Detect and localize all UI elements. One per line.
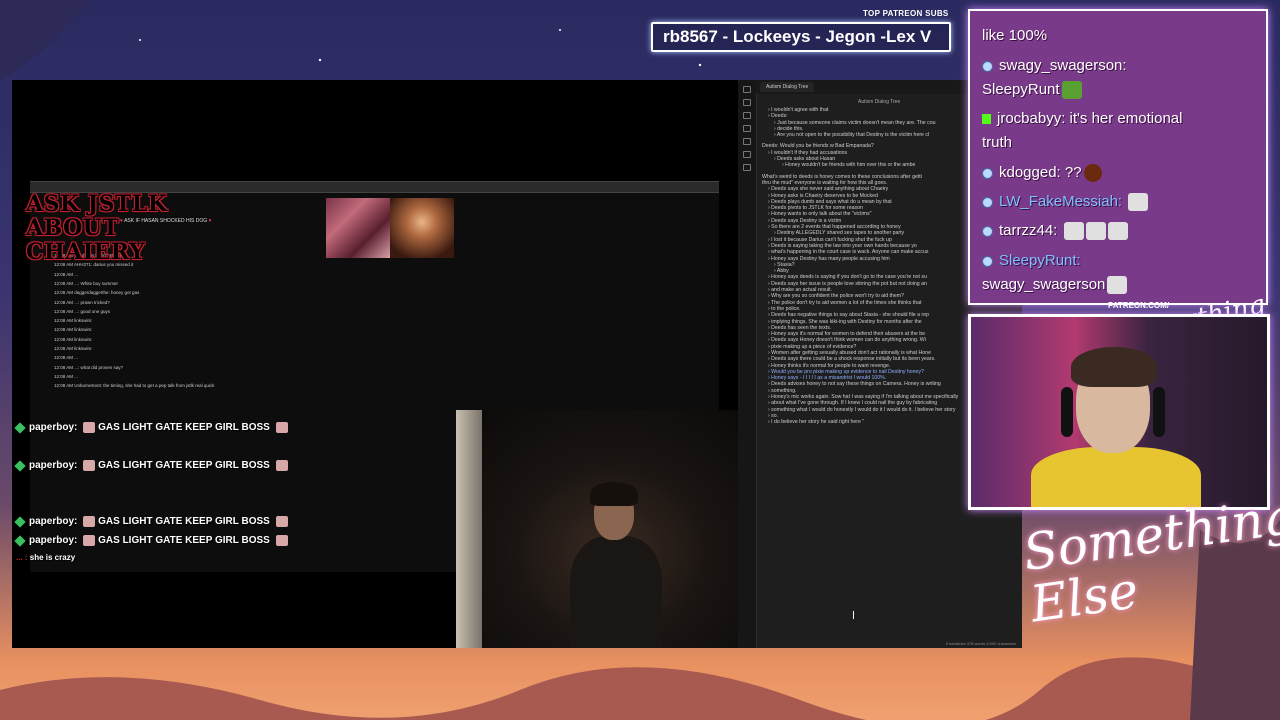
- inner-chat-line: 12:08 AM ...: good one guys: [54, 308, 111, 314]
- emote-icon: [275, 422, 288, 433]
- emote-icon: [1107, 276, 1128, 295]
- notes-body[interactable]: › I wouldn't agree with that › Deeds: › Ju…: [762, 107, 994, 426]
- inner-chat-line: 12:08 AM UnborneKent: the timing, she ha…: [54, 383, 215, 389]
- tab-autism-dialog-tree[interactable]: Autism Dialog Tree: [760, 82, 815, 92]
- emote-icon: [1085, 222, 1106, 241]
- emote-icon: [275, 516, 288, 527]
- jstlk-banner: ASK JSTLK ABOUT CHAIERY: [26, 191, 168, 265]
- chat-username: swagy_swagerson:: [999, 57, 1127, 74]
- stream-chat-row: paperboy: GAS LIGHT GATE KEEP GIRL BOSS: [14, 459, 291, 472]
- inner-chat-line: 12:08 AM ...: prawn tricked?: [54, 299, 110, 305]
- notes-sidebar-icon[interactable]: [743, 138, 751, 145]
- inner-chat-line: 12:08 AM ...: [54, 373, 79, 379]
- emote-icon: [1061, 81, 1082, 100]
- top-patreon-label: TOP PATREON SUBS: [863, 9, 949, 18]
- emote-icon: [83, 516, 96, 527]
- notes-sidebar-icon[interactable]: [743, 164, 751, 171]
- chat-message: like 100%: [982, 27, 1047, 44]
- notes-sidebar-icon[interactable]: [743, 99, 751, 106]
- notes-sidebar-icon[interactable]: [743, 86, 751, 93]
- inner-chat-line: 12:08 AM ...: [54, 355, 79, 361]
- chat-message: LW_FakeMessiah:: [982, 193, 1149, 212]
- notes-sidebar-icon[interactable]: [743, 112, 751, 119]
- chat-badge-icon: [982, 225, 993, 237]
- guest-webcam: [456, 410, 738, 648]
- stream-chat-row: ... : she is crazy: [16, 553, 76, 562]
- emote-icon: [275, 535, 288, 546]
- emote-icon: [83, 422, 96, 433]
- chat-username: kdogged:: [999, 164, 1065, 181]
- stream-chat-row: paperboy: GAS LIGHT GATE KEEP GIRL BOSS: [14, 515, 291, 528]
- chat-username: LW_FakeMessiah:: [999, 193, 1127, 210]
- inner-chat-line: 12:08 AM linkswim:: [54, 346, 93, 351]
- chat-box: like 100% swagy_swagerson: SleepyRunt jroc…: [968, 9, 1268, 305]
- marquee-text: rb8567 - Lockeeys - Jegon -Lex V: [663, 27, 932, 46]
- chat-text: like 100%: [982, 27, 1048, 44]
- inner-chat-line: 12:08 AM linkswim:: [54, 327, 93, 333]
- chat-username: SleepyRunt:: [999, 252, 1081, 269]
- guest-webcam-hair: [590, 482, 638, 506]
- chat-text: swagy_swagerson: [982, 276, 1106, 293]
- inner-chat-line: 12:08 AM linkswim:: [54, 318, 93, 324]
- patreon-url: PATREON.COM/: [1108, 301, 1170, 310]
- chat-badge-icon: [14, 459, 26, 472]
- streamer-webcam: [968, 314, 1270, 510]
- emote-icon: [1107, 222, 1128, 241]
- emote-icon: [1083, 164, 1102, 183]
- chat-badge-icon: [14, 515, 26, 528]
- chat-message: swagy_swagerson:: [982, 57, 1127, 74]
- chat-badge-icon: [14, 421, 26, 434]
- banner-art: [326, 198, 390, 258]
- chat-badge-icon: [982, 167, 993, 179]
- streamer-shirt: [1031, 447, 1201, 507]
- streamer-hair: [1071, 347, 1157, 387]
- chat-username: tarrzz44:: [999, 222, 1062, 239]
- emote-icon: [83, 460, 96, 471]
- stream-chat-row: paperboy: GAS LIGHT GATE KEEP GIRL BOSS: [14, 421, 291, 434]
- emote-icon: [1128, 193, 1149, 212]
- notes-sidebar-icon[interactable]: [743, 125, 751, 132]
- notes-sidebar-icon[interactable]: [743, 151, 751, 158]
- kick-badge-icon: [982, 114, 991, 125]
- chat-badge-icon: [14, 534, 26, 547]
- chat-message: swagy_swagerson: [982, 276, 1128, 295]
- stream-capture: ♥ ASK IF HASAN SHOCKED HIS DOG ♥ 12:08 A…: [12, 80, 738, 648]
- banner-photo: [390, 198, 454, 258]
- top-patreon-marquee: rb8567 - Lockeeys - Jegon -Lex V: [651, 22, 951, 52]
- chat-badge-icon: [982, 255, 993, 267]
- chat-text: SleepyRunt: [982, 81, 1060, 98]
- chat-message: truth: [982, 134, 1012, 151]
- chat-text: truth: [982, 134, 1013, 151]
- stream-chat-row: paperboy: GAS LIGHT GATE KEEP GIRL BOSS: [14, 534, 291, 547]
- notes-line: › I do believe her story he said right h…: [768, 419, 865, 426]
- emote-icon: [275, 460, 288, 471]
- text-cursor: [853, 611, 854, 619]
- chat-message: tarrzz44:: [982, 222, 1128, 241]
- inner-chat-line: 12:08 AM daggerdaggerthe: honey got gas: [54, 290, 140, 296]
- inner-chat-line: 12:08 AM linkswim:: [54, 336, 93, 342]
- guest-webcam-body: [570, 536, 662, 648]
- notes-sidebar: [738, 80, 757, 648]
- chat-message: SleepyRunt: [982, 81, 1082, 100]
- notes-title: Autism Dialog Tree: [858, 99, 901, 105]
- headphones-icon: [1153, 387, 1165, 437]
- chat-badge-icon: [982, 196, 993, 208]
- chat-username: jrocbabyy:: [997, 110, 1070, 127]
- headphones-icon: [1061, 387, 1073, 437]
- emote-icon: [1063, 222, 1084, 241]
- inner-chat-line: 12:08 AM ...: [54, 271, 79, 277]
- guest-webcam-door: [456, 410, 482, 648]
- inner-chat-line: 12:08 AM ...: White boy summer: [54, 280, 119, 286]
- chat-message: kdogged: ??: [982, 164, 1102, 183]
- notes-status-bar: 0 backlinks 478 words 4,500 characters: [945, 641, 1016, 646]
- chat-text: ??: [1064, 164, 1082, 181]
- chat-badge-icon: [982, 60, 993, 72]
- chat-text: it's her emotional: [1069, 110, 1183, 127]
- inner-chat-line: 12:08 AM ...: what did proven say?: [54, 364, 124, 370]
- chat-message: jrocbabyy: it's her emotional: [982, 110, 1182, 127]
- emote-icon: [83, 535, 96, 546]
- chat-message: SleepyRunt:: [982, 252, 1081, 269]
